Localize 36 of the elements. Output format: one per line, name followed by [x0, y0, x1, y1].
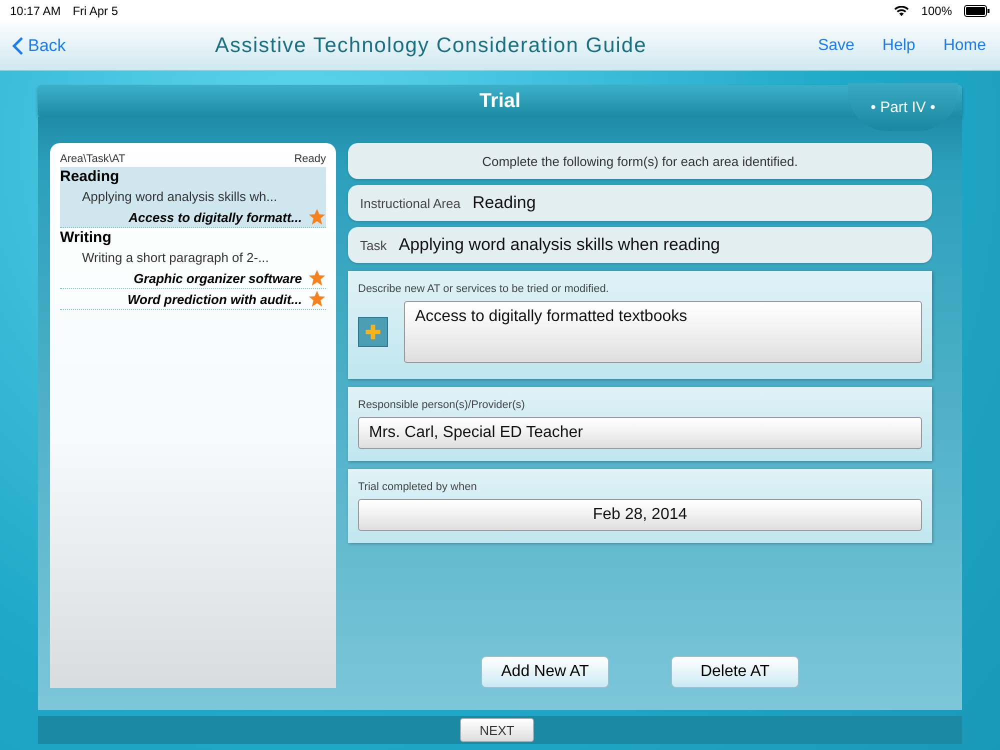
action-button[interactable]: Delete AT [671, 656, 799, 688]
page-title: Trial [479, 90, 521, 112]
input-field[interactable]: Access to digitally formatted textbooks [404, 301, 922, 363]
field-label: Task [360, 238, 387, 252]
field-label: Describe new AT or services to be tried or modified. [358, 283, 610, 295]
nav-link[interactable]: Home [943, 37, 986, 55]
at-item[interactable]: Graphic organizer software [134, 270, 302, 286]
task-item[interactable]: Applying word analysis skills wh... [60, 186, 326, 207]
field-label: Responsible person(s)/Provider(s) [358, 399, 526, 411]
area-item[interactable]: Writing [60, 228, 326, 247]
task-item[interactable]: Writing a short paragraph of 2-... [60, 247, 326, 268]
instruction-text: Complete the following form(s) for each area identified. [482, 154, 798, 168]
area-value: Reading [472, 193, 536, 213]
back-button[interactable]: Back [12, 36, 66, 56]
status-date: Fri Apr 5 [72, 4, 118, 18]
field-label: Trial completed by when [358, 481, 478, 493]
wifi-icon [894, 6, 910, 16]
input-field[interactable]: Mrs. Carl, Special ED Teacher [358, 417, 922, 449]
column-header: Ready [294, 153, 326, 165]
date-field[interactable]: Feb 28, 2014 [358, 499, 922, 531]
battery-icon [964, 5, 990, 17]
at-item[interactable]: Access to digitally formatt... [128, 210, 302, 224]
nav-link[interactable]: Help [882, 37, 916, 55]
chevron-left-icon [12, 36, 24, 56]
area-item[interactable]: Reading [60, 167, 326, 186]
nav-link[interactable]: Save [818, 37, 854, 55]
column-header: Area\Task\AT [60, 153, 126, 165]
at-item[interactable]: Word prediction with audit... [127, 292, 302, 306]
app-title: Assistive Technology Consideration Guide [214, 34, 648, 58]
action-button[interactable]: Add New AT [481, 656, 609, 688]
task-value: Applying word analysis skills when reading [398, 235, 720, 255]
battery-percent: 100% [921, 4, 952, 18]
next-button[interactable]: NEXT [460, 718, 534, 742]
status-time: 10:17 AM [10, 4, 61, 18]
add-button[interactable] [358, 317, 388, 347]
field-label: Instructional Area [360, 196, 460, 210]
